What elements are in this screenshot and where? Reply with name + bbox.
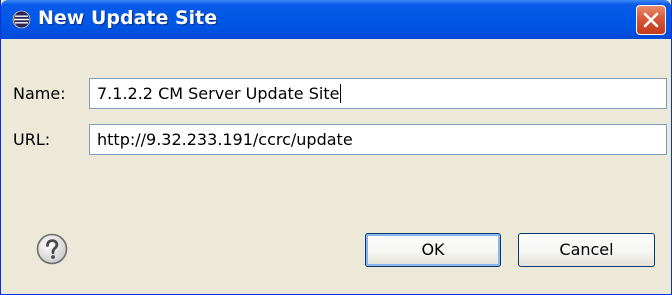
dialog-title: New Update Site xyxy=(38,7,218,29)
url-field[interactable]: http://9.32.233.191/ccrc/update xyxy=(89,124,667,155)
help-icon[interactable] xyxy=(36,233,68,265)
name-field[interactable]: 7.1.2.2 CM Server Update Site xyxy=(89,78,667,109)
text-caret xyxy=(340,84,342,103)
eclipse-icon xyxy=(12,10,31,29)
ok-button[interactable]: OK xyxy=(365,233,501,267)
url-field-value: http://9.32.233.191/ccrc/update xyxy=(97,130,353,149)
url-label: URL: xyxy=(13,130,51,149)
name-label: Name: xyxy=(13,84,66,103)
new-update-site-dialog: New Update Site Name: 7.1.2.2 CM Server … xyxy=(0,0,672,295)
name-field-value: 7.1.2.2 CM Server Update Site xyxy=(97,84,340,103)
title-bar[interactable]: New Update Site xyxy=(1,0,671,39)
dialog-body: Name: 7.1.2.2 CM Server Update Site URL:… xyxy=(1,39,671,294)
cancel-button[interactable]: Cancel xyxy=(518,233,655,267)
close-button[interactable] xyxy=(636,5,666,35)
